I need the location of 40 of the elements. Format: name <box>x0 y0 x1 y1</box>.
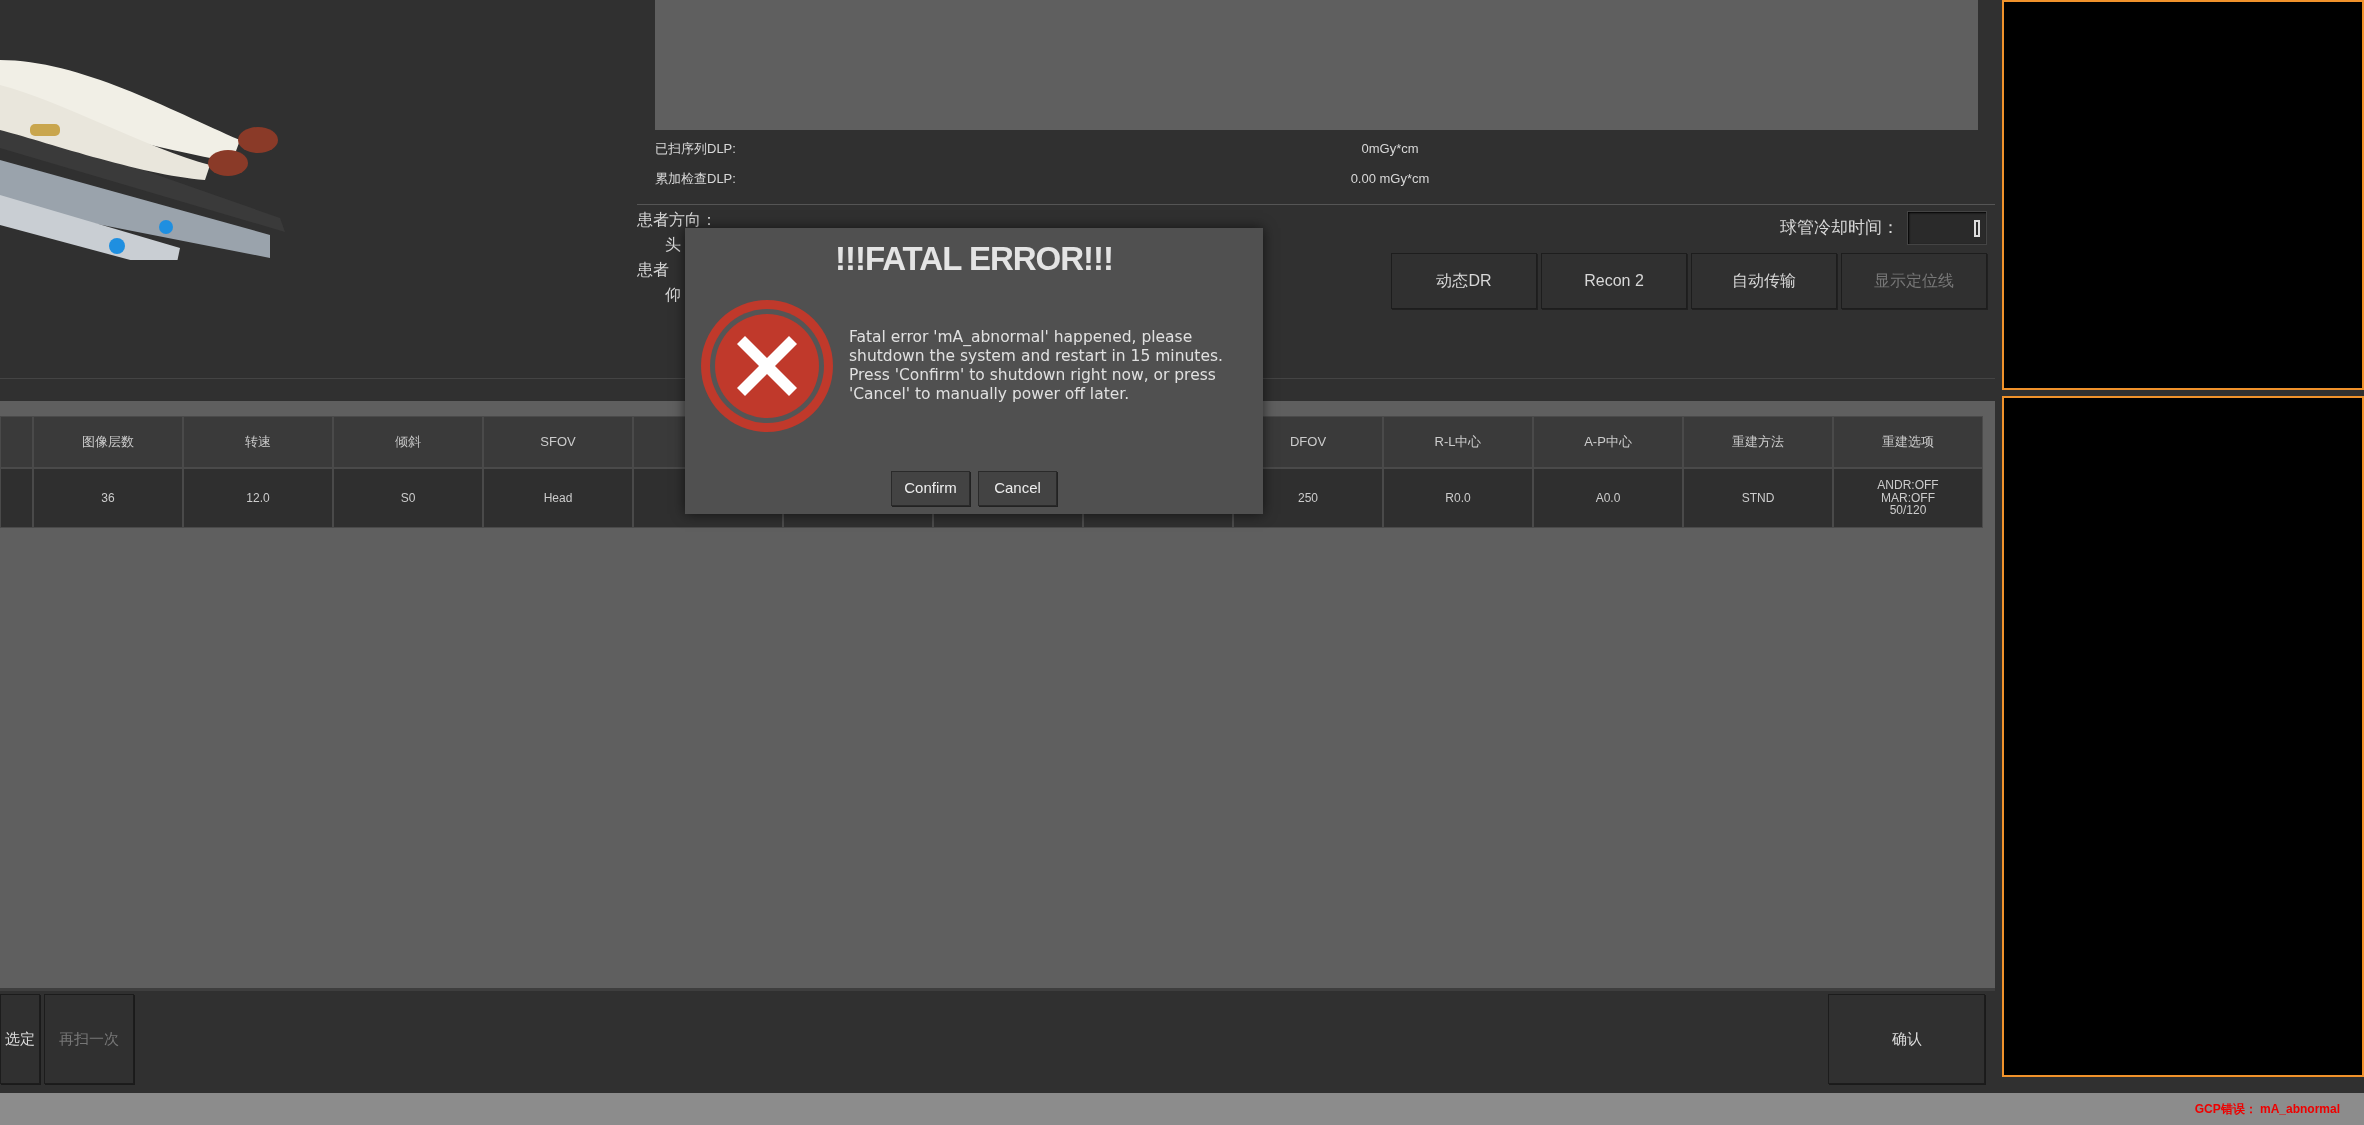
column-header: SFOV <box>483 416 633 468</box>
error-status: GCP错误： mA_abnormal <box>2194 1101 2340 1118</box>
dose-value: 0.00 mGy*cm <box>1349 170 1431 189</box>
cooling-time-label: 球管冷却时间： <box>1780 217 1899 240</box>
dialog-title: !!!FATAL ERROR!!! <box>833 239 1115 279</box>
dose-label: 已扫序列DLP: <box>655 140 737 159</box>
cursor-icon <box>1974 219 1980 237</box>
column-header: 倾斜 <box>333 416 483 468</box>
error-message: Fatal error 'mA_abnormal' happened, please shutdown the system and restart in 15 minutes. Press 'Confirm' to shutdown right now, or press 'Cancel' to manually power off later. <box>849 327 1224 404</box>
dialog-button[interactable]: Confirm <box>891 471 970 506</box>
position-value: 仰 <box>665 286 681 303</box>
dose-value: 0mGy*cm <box>1360 140 1420 159</box>
cooling-time-field[interactable] <box>1907 211 1987 245</box>
position-label: 患者 <box>637 261 669 278</box>
confirm-button[interactable]: 确认 <box>1828 994 1985 1084</box>
error-icon <box>701 299 833 432</box>
table-cell <box>0 468 33 528</box>
column-header: 重建方法 <box>1683 416 1833 468</box>
table-cell: A0.0 <box>1533 468 1683 528</box>
bottom-button[interactable]: 选定 <box>0 994 40 1084</box>
table-cell: 12.0 <box>183 468 333 528</box>
action-button[interactable]: 自动传输 <box>1691 253 1837 309</box>
column-header: 转速 <box>183 416 333 468</box>
table-cell: S0 <box>333 468 483 528</box>
table-cell: Head <box>483 468 633 528</box>
table-cell: R0.0 <box>1383 468 1533 528</box>
table-cell: STND <box>1683 468 1833 528</box>
direction-value: 头 <box>665 236 681 253</box>
table-cell: ANDR:OFF MAR:OFF 50/120 <box>1833 468 1983 528</box>
action-button[interactable]: 动态DR <box>1391 253 1537 309</box>
column-header: A-P中心 <box>1533 416 1683 468</box>
direction-label: 患者方向： <box>637 211 717 228</box>
dialog-button[interactable]: Cancel <box>978 471 1057 506</box>
dose-label: 累加检查DLP: <box>655 170 737 189</box>
table-cell: 36 <box>33 468 183 528</box>
column-header <box>0 416 33 468</box>
column-header: R-L中心 <box>1383 416 1533 468</box>
column-header: 重建选项 <box>1833 416 1983 468</box>
action-button[interactable]: Recon 2 <box>1541 253 1687 309</box>
column-header: 图像层数 <box>33 416 183 468</box>
